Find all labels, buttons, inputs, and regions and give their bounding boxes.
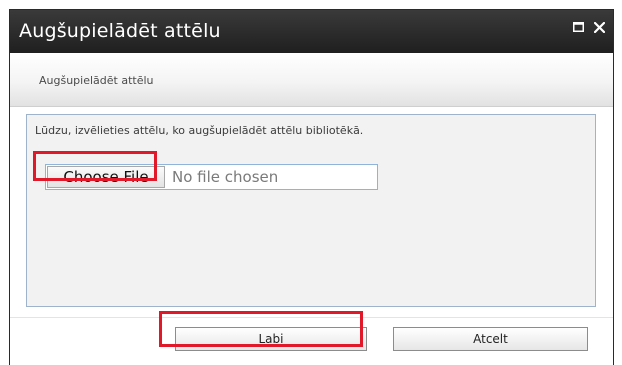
dialog-titlebar: Augšupielādēt attēlu — [10, 10, 613, 53]
ribbon: Augšupielādēt attēlu — [10, 53, 613, 107]
ok-button[interactable]: Labi — [175, 327, 367, 351]
choose-file-button[interactable]: Choose File — [47, 166, 165, 188]
upload-panel: Lūdzu, izvēlieties attēlu, ko augšupielā… — [26, 114, 596, 307]
ribbon-tab-label: Augšupielādēt attēlu — [39, 74, 154, 87]
file-input[interactable]: Choose File No file chosen — [45, 164, 378, 190]
dialog-title: Augšupielādēt attēlu — [19, 20, 221, 42]
cancel-button[interactable]: Atcelt — [393, 327, 588, 351]
footer-divider — [10, 317, 613, 318]
instruction-text: Lūdzu, izvēlieties attēlu, ko augšupielā… — [35, 124, 364, 137]
close-icon[interactable] — [591, 19, 607, 35]
file-status-text: No file chosen — [172, 168, 279, 186]
upload-image-dialog: Augšupielādēt attēlu Augšupielādēt attēl… — [9, 9, 614, 365]
maximize-icon[interactable] — [570, 19, 586, 35]
